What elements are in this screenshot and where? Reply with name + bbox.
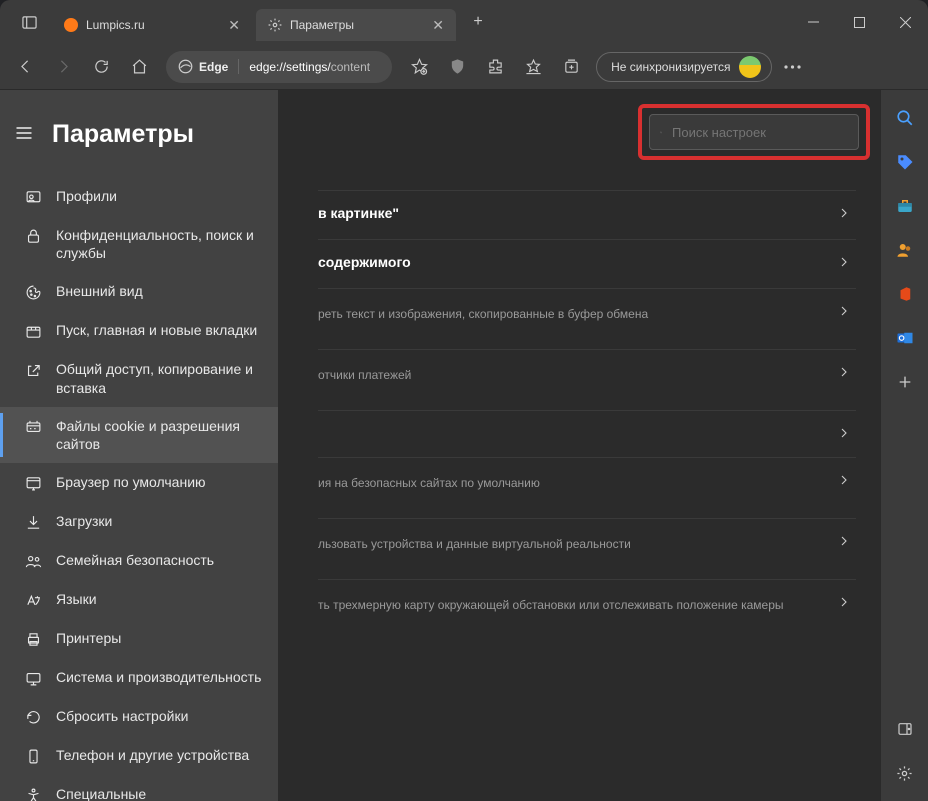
rail-office-icon[interactable] (895, 284, 915, 304)
chevron-right-icon (838, 596, 850, 608)
reset-icon (24, 708, 42, 726)
tab-lumpics-label: Lumpics.ru (86, 18, 222, 32)
window-close-button[interactable] (882, 0, 928, 44)
chevron-right-icon (838, 207, 850, 219)
tab-lumpics[interactable]: Lumpics.ru ✕ (52, 9, 252, 41)
chevron-right-icon (838, 474, 850, 486)
avatar (739, 56, 761, 78)
sidebar-item-start[interactable]: Пуск, главная и новые вкладки (0, 311, 278, 350)
chevron-right-icon (838, 427, 850, 439)
side-rail (880, 90, 928, 801)
setting-row[interactable]: в картинке" (318, 190, 856, 239)
rail-add-button[interactable] (895, 372, 915, 392)
sidebar-item-downloads[interactable]: Загрузки (0, 502, 278, 541)
address-bar[interactable]: Edge edge://settings/content (166, 51, 392, 83)
shield-icon[interactable] (440, 50, 474, 84)
collections-button[interactable] (554, 50, 588, 84)
rail-search-icon[interactable] (895, 108, 915, 128)
printer-icon (24, 630, 42, 648)
tab-settings[interactable]: Параметры ✕ (256, 9, 456, 41)
back-button[interactable] (8, 50, 42, 84)
new-tab-button[interactable]: + (464, 8, 492, 36)
accessibility-icon (24, 786, 42, 801)
sidebar-item-languages[interactable]: Языки (0, 580, 278, 619)
rail-people-icon[interactable] (895, 240, 915, 260)
toolbar: Edge edge://settings/content Не синхрони… (0, 44, 928, 90)
sidebar-item-privacy[interactable]: Конфиденциальность, поиск и службы (0, 216, 278, 272)
language-icon (24, 591, 42, 609)
window-minimize-button[interactable] (790, 0, 836, 44)
family-icon (24, 552, 42, 570)
chevron-right-icon (838, 535, 850, 547)
sidebar-item-phone[interactable]: Телефон и другие устройства (0, 736, 278, 775)
favorites-button[interactable] (516, 50, 550, 84)
sidebar-item-appearance[interactable]: Внешний вид (0, 272, 278, 311)
setting-row[interactable]: ия на безопасных сайтах по умолчанию (318, 457, 856, 518)
setting-row[interactable]: отчики платежей (318, 349, 856, 410)
page-title: Параметры (52, 120, 194, 149)
titlebar: Lumpics.ru ✕ Параметры ✕ + (0, 0, 928, 44)
rail-outlook-icon[interactable] (895, 328, 915, 348)
sidebar-item-family[interactable]: Семейная безопасность (0, 541, 278, 580)
setting-row[interactable]: ть трехмерную карту окружающей обстановк… (318, 579, 856, 640)
tab-close-icon[interactable]: ✕ (228, 17, 240, 34)
favicon-settings (268, 18, 282, 32)
settings-sidebar: Параметры Профили Конфиденциальность, по… (0, 90, 278, 801)
more-button[interactable] (776, 50, 810, 84)
sidebar-item-system[interactable]: Система и производительность (0, 658, 278, 697)
sync-label: Не синхронизируется (611, 60, 730, 74)
url-text: edge://settings/content (239, 60, 380, 74)
edge-badge: Edge (178, 59, 239, 74)
sidebar-item-default-browser[interactable]: Браузер по умолчанию (0, 463, 278, 502)
system-icon (24, 669, 42, 687)
tabs-icon (24, 322, 42, 340)
hamburger-icon[interactable] (14, 123, 38, 147)
window-maximize-button[interactable] (836, 0, 882, 44)
setting-row[interactable]: льзовать устройства и данные виртуальной… (318, 518, 856, 579)
search-icon (660, 125, 662, 140)
setting-row[interactable]: содержимого (318, 239, 856, 288)
phone-icon (24, 747, 42, 765)
settings-search-input[interactable] (649, 114, 859, 150)
setting-row[interactable] (318, 410, 856, 457)
favorite-button[interactable] (402, 50, 436, 84)
search-highlight (638, 104, 870, 160)
chevron-right-icon (838, 366, 850, 378)
lock-icon (24, 227, 42, 245)
sidebar-item-share[interactable]: Общий доступ, копирование и вставка (0, 350, 278, 406)
tab-close-icon[interactable]: ✕ (432, 17, 444, 34)
refresh-button[interactable] (84, 50, 118, 84)
sidebar-item-accessibility[interactable]: Специальные (0, 775, 278, 801)
rail-settings-icon[interactable] (895, 763, 915, 783)
extensions-button[interactable] (478, 50, 512, 84)
rail-briefcase-icon[interactable] (895, 196, 915, 216)
tab-settings-label: Параметры (290, 18, 426, 32)
palette-icon (24, 283, 42, 301)
browser-icon (24, 474, 42, 492)
sidebar-item-printers[interactable]: Принтеры (0, 619, 278, 658)
cookie-icon (24, 418, 42, 436)
home-button[interactable] (122, 50, 156, 84)
favicon-lumpics (64, 18, 78, 32)
share-icon (24, 361, 42, 379)
chevron-right-icon (838, 305, 850, 317)
rail-panel-icon[interactable] (895, 719, 915, 739)
forward-button[interactable] (46, 50, 80, 84)
rail-tag-icon[interactable] (895, 152, 915, 172)
sidebar-item-profiles[interactable]: Профили (0, 177, 278, 216)
sync-profile-button[interactable]: Не синхронизируется (596, 52, 771, 82)
tab-actions-button[interactable] (12, 5, 46, 39)
chevron-right-icon (838, 256, 850, 268)
profile-icon (24, 188, 42, 206)
download-icon (24, 513, 42, 531)
sidebar-item-cookies[interactable]: Файлы cookie и разрешения сайтов (0, 407, 278, 463)
setting-row[interactable]: реть текст и изображения, скопированные … (318, 288, 856, 349)
sidebar-item-reset[interactable]: Сбросить настройки (0, 697, 278, 736)
